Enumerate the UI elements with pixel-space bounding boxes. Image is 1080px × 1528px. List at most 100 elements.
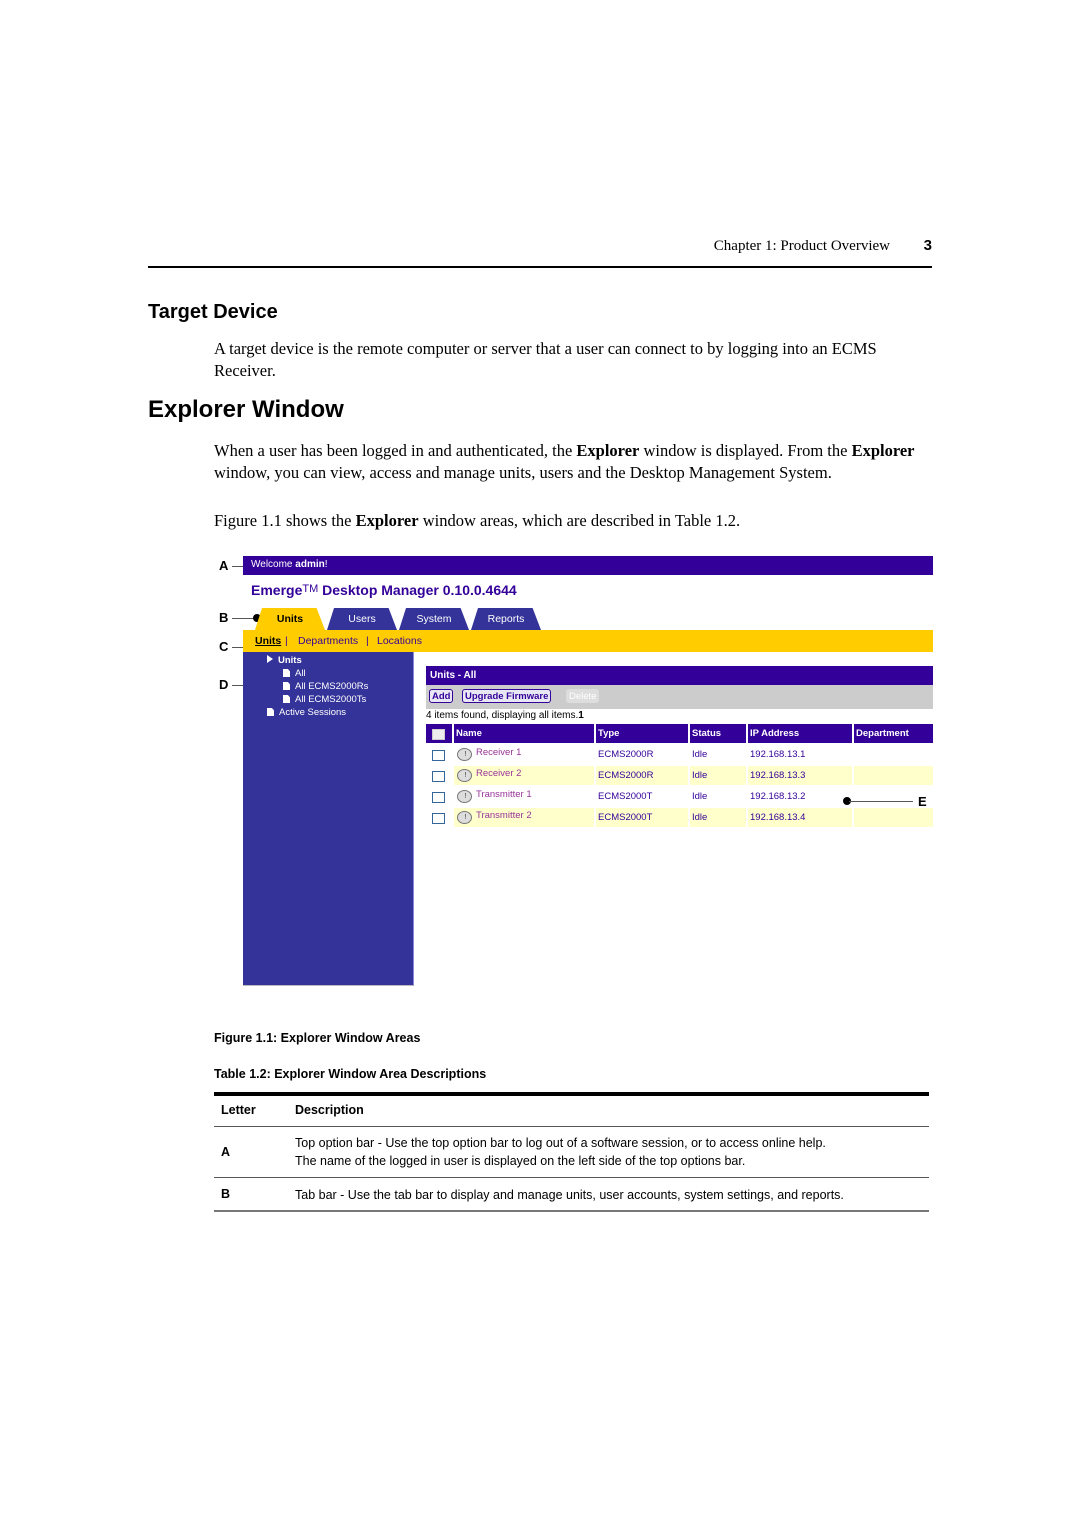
tree-item-active-sessions[interactable]: Active Sessions — [267, 707, 346, 718]
add-button[interactable]: Add — [429, 689, 454, 703]
tree-item-all[interactable]: All — [283, 668, 306, 679]
unit-name-link[interactable]: Receiver 2 — [474, 764, 521, 783]
tree-label: All ECMS2000Ts — [295, 694, 367, 705]
row-select-cell — [426, 808, 452, 827]
column-header-name[interactable]: Name — [454, 724, 594, 743]
tree-label: All ECMS2000Rs — [295, 681, 369, 692]
name-cell: ! Receiver 2 — [454, 766, 594, 785]
top-option-bar: Welcome admin! — [243, 556, 933, 575]
unit-icon: ! — [457, 748, 472, 761]
page-icon — [267, 708, 274, 716]
tree-item-all-transmitters[interactable]: All ECMS2000Ts — [283, 694, 366, 705]
unit-type: ECMS2000R — [598, 770, 654, 781]
tab-reports[interactable]: Reports — [471, 608, 541, 630]
table-rule — [214, 1126, 929, 1127]
subnav-separator: | — [285, 635, 288, 647]
tab-users[interactable]: Users — [327, 608, 397, 630]
callout-d: D — [219, 677, 229, 692]
logged-in-user: admin — [295, 559, 325, 570]
table-header-row: Name Type Status IP Address Department — [426, 724, 933, 744]
callout-e-leader — [849, 801, 913, 802]
column-header-type[interactable]: Type — [596, 724, 688, 743]
unit-status: Idle — [692, 791, 708, 802]
unit-department — [854, 812, 856, 823]
unit-ip: 192.168.13.1 — [750, 749, 806, 760]
tree-item-units[interactable]: Units — [267, 655, 302, 666]
term-explorer: Explorer — [576, 441, 640, 460]
unit-name-link[interactable]: Receiver 1 — [474, 743, 521, 762]
paragraph-figure-reference: Figure 1.1 shows the Explorer window are… — [214, 510, 926, 532]
page-icon — [283, 682, 290, 690]
status-cell: Idle — [690, 808, 746, 827]
tree-item-all-receivers[interactable]: All ECMS2000Rs — [283, 681, 368, 692]
unit-toolbar: Add Upgrade Firmware Delete — [426, 685, 933, 709]
expand-triangle-icon — [267, 655, 273, 663]
panel-title-bar: Units - All — [426, 666, 933, 685]
unit-name-link[interactable]: Transmitter 2 — [474, 806, 532, 825]
unit-type: ECMS2000T — [598, 791, 653, 802]
column-header-department[interactable]: Department — [854, 724, 933, 743]
welcome-text: Welcome — [251, 559, 296, 570]
status-cell: Idle — [690, 745, 746, 764]
subnav-locations[interactable]: Locations — [377, 635, 422, 647]
callout-c: C — [219, 639, 229, 654]
row-checkbox[interactable] — [432, 792, 445, 803]
page-link[interactable]: 1 — [578, 710, 584, 721]
subnav-departments[interactable]: Departments — [298, 635, 358, 647]
header-rule — [148, 266, 932, 268]
table-row[interactable]: ! Transmitter 1 ECMS2000T Idle 192.168.13… — [426, 787, 933, 807]
trademark: TM — [302, 583, 319, 595]
status-cell: Idle — [690, 766, 746, 785]
row-checkbox[interactable] — [432, 813, 445, 824]
header-label: IP Address — [750, 728, 800, 739]
text: Figure 1.1 shows the — [214, 511, 356, 530]
header-label: Status — [692, 728, 722, 739]
figure-caption: Figure 1.1: Explorer Window Areas — [214, 1031, 421, 1045]
type-cell: ECMS2000R — [596, 766, 688, 785]
text: window areas, which are described in Tab… — [418, 511, 741, 530]
ip-cell: 192.168.13.3 — [748, 766, 852, 785]
table-row[interactable]: ! Receiver 1 ECMS2000R Idle 192.168.13.1 — [426, 745, 933, 765]
unit-icon: ! — [457, 811, 472, 824]
unit-department — [854, 770, 856, 781]
table-row[interactable]: ! Transmitter 2 ECMS2000T Idle 192.168.13… — [426, 808, 933, 828]
chapter-title: Chapter 1: Product Overview — [713, 238, 890, 254]
tab-units[interactable]: Units — [255, 608, 325, 630]
explorer-window-screenshot: Welcome admin! EmergeTM Desktop Manager … — [243, 556, 933, 986]
unit-name-link[interactable]: Transmitter 1 — [474, 785, 532, 804]
subnav-units[interactable]: Units — [255, 635, 281, 647]
result-count: 4 items found, displaying all items.1 — [426, 710, 584, 721]
text: window is displayed. From the — [639, 441, 852, 460]
name-cell: ! Receiver 1 — [454, 745, 594, 764]
row-select-cell — [426, 745, 452, 764]
unit-status: Idle — [692, 749, 708, 760]
row-checkbox[interactable] — [432, 750, 445, 761]
tree-label: Units — [278, 655, 302, 666]
select-all-checkbox[interactable] — [432, 729, 445, 740]
delete-button[interactable]: Delete — [566, 689, 600, 703]
description-line: Tab bar - Use the tab bar to display and… — [295, 1188, 844, 1202]
header-label: Type — [598, 728, 620, 739]
unit-ip: 192.168.13.4 — [750, 812, 806, 823]
column-header-ip-address[interactable]: IP Address — [748, 724, 852, 743]
column-header-status[interactable]: Status — [690, 724, 746, 743]
count-text: 4 items found, displaying all items. — [426, 710, 579, 721]
ip-cell: 192.168.13.2 — [748, 787, 852, 806]
column-header-description: Description — [295, 1103, 364, 1117]
tree-label: Active Sessions — [279, 707, 347, 718]
column-header-letter: Letter — [221, 1103, 256, 1117]
tab-system[interactable]: System — [399, 608, 469, 630]
row-checkbox[interactable] — [432, 771, 445, 782]
table-row[interactable]: ! Receiver 2 ECMS2000R Idle 192.168.13.3 — [426, 766, 933, 786]
unit-ip: 192.168.13.3 — [750, 770, 806, 781]
row-description: Top option bar - Use the top option bar … — [295, 1134, 935, 1170]
app-name: Emerge — [251, 582, 303, 598]
row-select-cell — [426, 787, 452, 806]
description-line: The name of the logged in user is displa… — [295, 1154, 746, 1168]
department-cell — [854, 745, 933, 764]
page-icon — [283, 669, 290, 677]
upgrade-firmware-button[interactable]: Upgrade Firmware — [462, 689, 552, 703]
welcome-message: Welcome admin! — [251, 559, 328, 570]
unit-ip: 192.168.13.2 — [750, 791, 806, 802]
department-cell — [854, 766, 933, 785]
